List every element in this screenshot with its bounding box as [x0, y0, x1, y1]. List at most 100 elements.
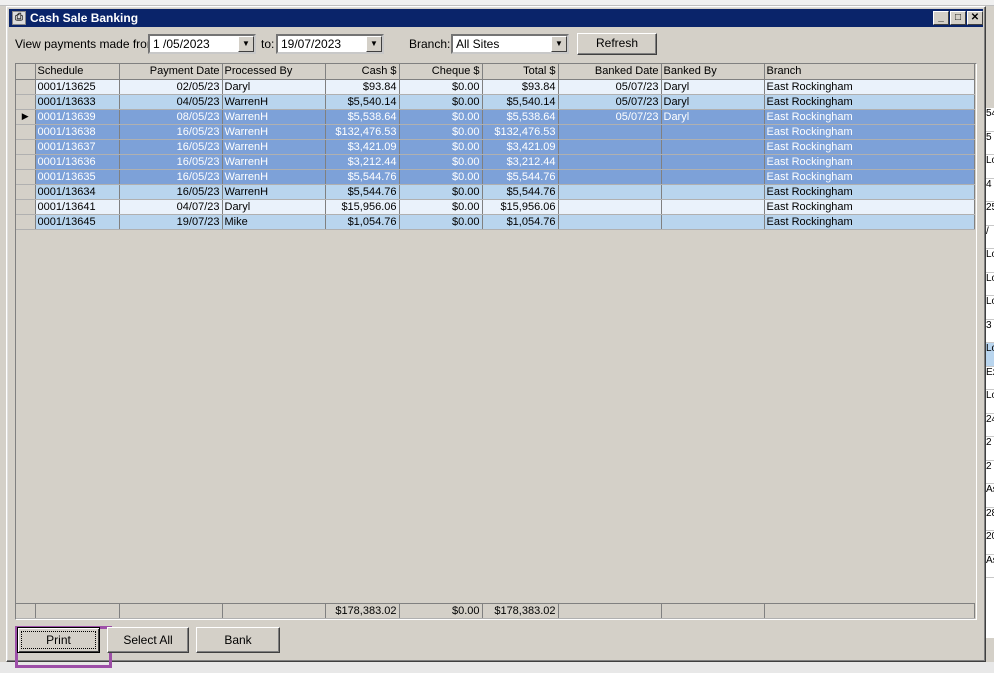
table-row[interactable]: 0001/13638 16/05/23 WarrenH $132,476.53 $0.0…	[16, 124, 975, 140]
cell-cheque[interactable]: $0.00	[399, 139, 483, 155]
cell-banked-by[interactable]: Daryl	[661, 109, 765, 125]
column-header-schedule[interactable]: Schedule	[35, 64, 120, 80]
table-row[interactable]: 0001/13634 16/05/23 WarrenH $5,544.76 $0.00 $…	[16, 184, 975, 200]
cell-cheque[interactable]: $0.00	[399, 154, 483, 170]
cell-branch[interactable]: East Rockingham	[764, 94, 975, 110]
cell-total[interactable]: $5,544.76	[482, 169, 559, 185]
chevron-down-icon[interactable]: ▼	[366, 36, 382, 52]
cell-schedule[interactable]: 0001/13639	[35, 109, 120, 125]
cell-schedule[interactable]: 0001/13641	[35, 199, 120, 215]
cell-schedule[interactable]: 0001/13635	[35, 169, 120, 185]
cell-schedule[interactable]: 0001/13638	[35, 124, 120, 140]
cell-cash[interactable]: $1,054.76	[325, 214, 400, 230]
table-row[interactable]: 0001/13641 04/07/23 Daryl $15,956.06 $0.00 $1…	[16, 199, 975, 215]
cell-banked-by[interactable]	[661, 139, 765, 155]
select-all-button[interactable]: Select All	[107, 627, 189, 653]
cell-banked-date[interactable]	[558, 124, 662, 140]
chevron-down-icon[interactable]: ▼	[238, 36, 254, 52]
maximize-button[interactable]: □	[950, 11, 966, 25]
cell-cash[interactable]: $5,538.64	[325, 109, 400, 125]
cell-processed-by[interactable]: Mike	[222, 214, 326, 230]
cell-cash[interactable]: $132,476.53	[325, 124, 400, 140]
cell-schedule[interactable]: 0001/13634	[35, 184, 120, 200]
cell-banked-date[interactable]	[558, 184, 662, 200]
cell-processed-by[interactable]: WarrenH	[222, 94, 326, 110]
print-button[interactable]: Print	[17, 627, 100, 653]
cell-branch[interactable]: East Rockingham	[764, 109, 975, 125]
cell-total[interactable]: $5,538.64	[482, 109, 559, 125]
column-header-cheque[interactable]: Cheque $	[399, 64, 483, 80]
cell-banked-date[interactable]	[558, 199, 662, 215]
cell-processed-by[interactable]: WarrenH	[222, 139, 326, 155]
column-header-banked-date[interactable]: Banked Date	[558, 64, 662, 80]
cell-cash[interactable]: $5,544.76	[325, 184, 400, 200]
cell-processed-by[interactable]: Daryl	[222, 199, 326, 215]
cell-total[interactable]: $1,054.76	[482, 214, 559, 230]
cell-payment-date[interactable]: 16/05/23	[119, 154, 223, 170]
cell-cash[interactable]: $3,212.44	[325, 154, 400, 170]
cell-branch[interactable]: East Rockingham	[764, 154, 975, 170]
cell-banked-date[interactable]: 05/07/23	[558, 109, 662, 125]
cell-total[interactable]: $15,956.06	[482, 199, 559, 215]
cell-banked-date[interactable]	[558, 139, 662, 155]
cell-payment-date[interactable]: 16/05/23	[119, 169, 223, 185]
cell-total[interactable]: $5,540.14	[482, 94, 559, 110]
table-row[interactable]: 0001/13625 02/05/23 Daryl $93.84 $0.00 $93.84…	[16, 79, 975, 95]
cell-payment-date[interactable]: 02/05/23	[119, 79, 223, 95]
cell-branch[interactable]: East Rockingham	[764, 184, 975, 200]
cell-branch[interactable]: East Rockingham	[764, 124, 975, 140]
cell-banked-by[interactable]	[661, 184, 765, 200]
cell-total[interactable]: $3,212.44	[482, 154, 559, 170]
cell-payment-date[interactable]: 04/05/23	[119, 94, 223, 110]
cell-processed-by[interactable]: WarrenH	[222, 124, 326, 140]
cell-cash[interactable]: $93.84	[325, 79, 400, 95]
cell-banked-date[interactable]	[558, 154, 662, 170]
chevron-down-icon[interactable]: ▼	[551, 36, 567, 52]
cell-payment-date[interactable]: 04/07/23	[119, 199, 223, 215]
cell-schedule[interactable]: 0001/13636	[35, 154, 120, 170]
cell-payment-date[interactable]: 08/05/23	[119, 109, 223, 125]
cell-cheque[interactable]: $0.00	[399, 79, 483, 95]
cell-banked-date[interactable]	[558, 214, 662, 230]
cell-banked-by[interactable]	[661, 169, 765, 185]
cell-cheque[interactable]: $0.00	[399, 124, 483, 140]
cell-payment-date[interactable]: 16/05/23	[119, 184, 223, 200]
cell-banked-by[interactable]	[661, 199, 765, 215]
row-selector[interactable]	[16, 94, 36, 110]
table-row[interactable]: 0001/13633 04/05/23 WarrenH $5,540.14 $0.00 $…	[16, 94, 975, 110]
row-selector[interactable]	[16, 79, 36, 95]
cell-total[interactable]: $132,476.53	[482, 124, 559, 140]
cell-schedule[interactable]: 0001/13625	[35, 79, 120, 95]
row-selector[interactable]	[16, 154, 36, 170]
cell-payment-date[interactable]: 19/07/23	[119, 214, 223, 230]
to-date-picker[interactable]: 19/07/2023 ▼	[276, 34, 384, 54]
cell-payment-date[interactable]: 16/05/23	[119, 124, 223, 140]
cell-branch[interactable]: East Rockingham	[764, 139, 975, 155]
cell-branch[interactable]: East Rockingham	[764, 214, 975, 230]
column-header-cash[interactable]: Cash $	[325, 64, 400, 80]
cell-cash[interactable]: $3,421.09	[325, 139, 400, 155]
title-bar[interactable]: ⎙ Cash Sale Banking _ □ ✕	[9, 9, 983, 27]
row-selector[interactable]	[16, 184, 36, 200]
cell-processed-by[interactable]: WarrenH	[222, 184, 326, 200]
cell-banked-date[interactable]: 05/07/23	[558, 94, 662, 110]
cell-cheque[interactable]: $0.00	[399, 94, 483, 110]
row-selector[interactable]	[16, 169, 36, 185]
cell-processed-by[interactable]: WarrenH	[222, 154, 326, 170]
current-row-arrow-icon[interactable]: ▶	[16, 109, 36, 125]
cell-processed-by[interactable]: Daryl	[222, 79, 326, 95]
column-header-payment-date[interactable]: Payment Date	[119, 64, 223, 80]
from-date-picker[interactable]: 1 /05/2023 ▼	[148, 34, 256, 54]
close-button[interactable]: ✕	[967, 11, 983, 25]
table-row[interactable]: 0001/13645 19/07/23 Mike $1,054.76 $0.00 $1,0…	[16, 214, 975, 230]
cell-banked-date[interactable]	[558, 169, 662, 185]
cell-processed-by[interactable]: WarrenH	[222, 109, 326, 125]
bank-button[interactable]: Bank	[196, 627, 280, 653]
cell-schedule[interactable]: 0001/13633	[35, 94, 120, 110]
branch-select[interactable]: All Sites ▼	[451, 34, 569, 54]
cell-payment-date[interactable]: 16/05/23	[119, 139, 223, 155]
cell-total[interactable]: $93.84	[482, 79, 559, 95]
cell-processed-by[interactable]: WarrenH	[222, 169, 326, 185]
column-header-branch[interactable]: Branch	[764, 64, 975, 80]
cell-banked-by[interactable]	[661, 124, 765, 140]
